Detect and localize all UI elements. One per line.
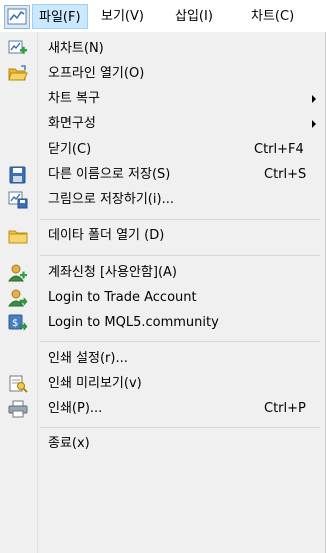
menu-bar: 파일(F) 보기(V) 삽입(I) 차트(C)	[0, 0, 326, 33]
menu-item-label: 화면구성	[48, 116, 96, 131]
menu-item-login-trade-account[interactable]: Login to Trade Account	[0, 286, 324, 310]
printer-icon	[8, 400, 28, 418]
menu-view[interactable]: 보기(V)	[95, 4, 150, 29]
menu-item-print-setup[interactable]: 인쇄 설정(r)...	[0, 347, 324, 371]
menu-item-label: 차트 복구	[48, 91, 100, 106]
menu-item-label: 닫기(C)	[48, 142, 92, 157]
menu-separator	[40, 255, 320, 256]
menu-item-close[interactable]: 닫기(C) Ctrl+F4	[0, 138, 324, 162]
menu-item-label: 다른 이름으로 저장(S)	[48, 167, 171, 182]
save-icon	[9, 166, 26, 184]
menu-item-label: 새차트(N)	[48, 41, 104, 56]
menu-item-label: 오프라인 열기(O)	[48, 66, 145, 81]
menu-separator	[40, 219, 320, 220]
svg-text:$: $	[12, 318, 18, 329]
submenu-arrow-icon	[312, 95, 316, 103]
menu-item-label: Login to Trade Account	[48, 290, 197, 305]
menu-item-label: 인쇄 미리보기(v)	[48, 376, 142, 391]
print-preview-icon	[9, 375, 28, 393]
menu-item-label: Login to MQL5.community	[48, 315, 219, 330]
app-icon[interactable]	[4, 5, 30, 29]
menu-item-label: 데이타 폴더 열기 (D)	[48, 228, 165, 243]
menu-item-exit[interactable]: 종료(x)	[0, 432, 324, 456]
menu-item-shortcut: Ctrl+P	[264, 401, 306, 416]
menu-item-profiles[interactable]: 화면구성	[0, 112, 324, 136]
menu-file[interactable]: 파일(F)	[32, 4, 88, 29]
submenu-arrow-icon	[312, 120, 316, 128]
menu-item-open-data-folder[interactable]: 데이타 폴더 열기 (D)	[0, 224, 324, 248]
add-account-icon	[8, 264, 27, 282]
menu-item-save-as-picture[interactable]: 그림으로 저장하기(i)...	[0, 188, 324, 212]
menu-item-print-preview[interactable]: 인쇄 미리보기(v)	[0, 372, 324, 396]
menu-item-label: 인쇄(P)...	[48, 401, 103, 416]
menu-item-label: 그림으로 저장하기(i)...	[48, 192, 174, 207]
menu-item-label: 종료(x)	[48, 436, 90, 451]
menu-item-new-chart[interactable]: 새차트(N)	[0, 37, 324, 61]
menu-item-chart-restore[interactable]: 차트 복구	[0, 87, 324, 111]
menu-chart[interactable]: 차트(C)	[245, 4, 300, 29]
menu-item-label: 계좌신청 [사용안함](A)	[48, 265, 177, 280]
menu-insert[interactable]: 삽입(I)	[169, 4, 219, 29]
login-mql5-icon: $	[8, 314, 28, 331]
menu-item-open-offline[interactable]: 오프라인 열기(O)	[0, 62, 324, 86]
menu-item-login-mql5[interactable]: $ Login to MQL5.community	[0, 311, 324, 335]
folder-icon	[8, 230, 28, 244]
save-picture-icon	[8, 191, 28, 209]
menu-item-open-account[interactable]: 계좌신청 [사용안함](A)	[0, 261, 324, 285]
menu-item-save-as[interactable]: 다른 이름으로 저장(S) Ctrl+S	[0, 163, 324, 187]
menu-item-print[interactable]: 인쇄(P)... Ctrl+P	[0, 397, 324, 421]
menu-item-label: 인쇄 설정(r)...	[48, 351, 128, 366]
menu-item-shortcut: Ctrl+S	[264, 167, 307, 182]
menu-item-shortcut: Ctrl+F4	[254, 142, 304, 157]
new-chart-icon	[8, 40, 27, 54]
file-menu-dropdown: 새차트(N) 오프라인 열기(O) 차트 복구 화면구성 닫기(C) Ctrl+…	[0, 32, 326, 553]
login-trade-icon	[8, 289, 28, 307]
open-folder-icon	[8, 65, 28, 81]
menu-separator	[40, 427, 320, 428]
menu-separator	[40, 341, 320, 342]
